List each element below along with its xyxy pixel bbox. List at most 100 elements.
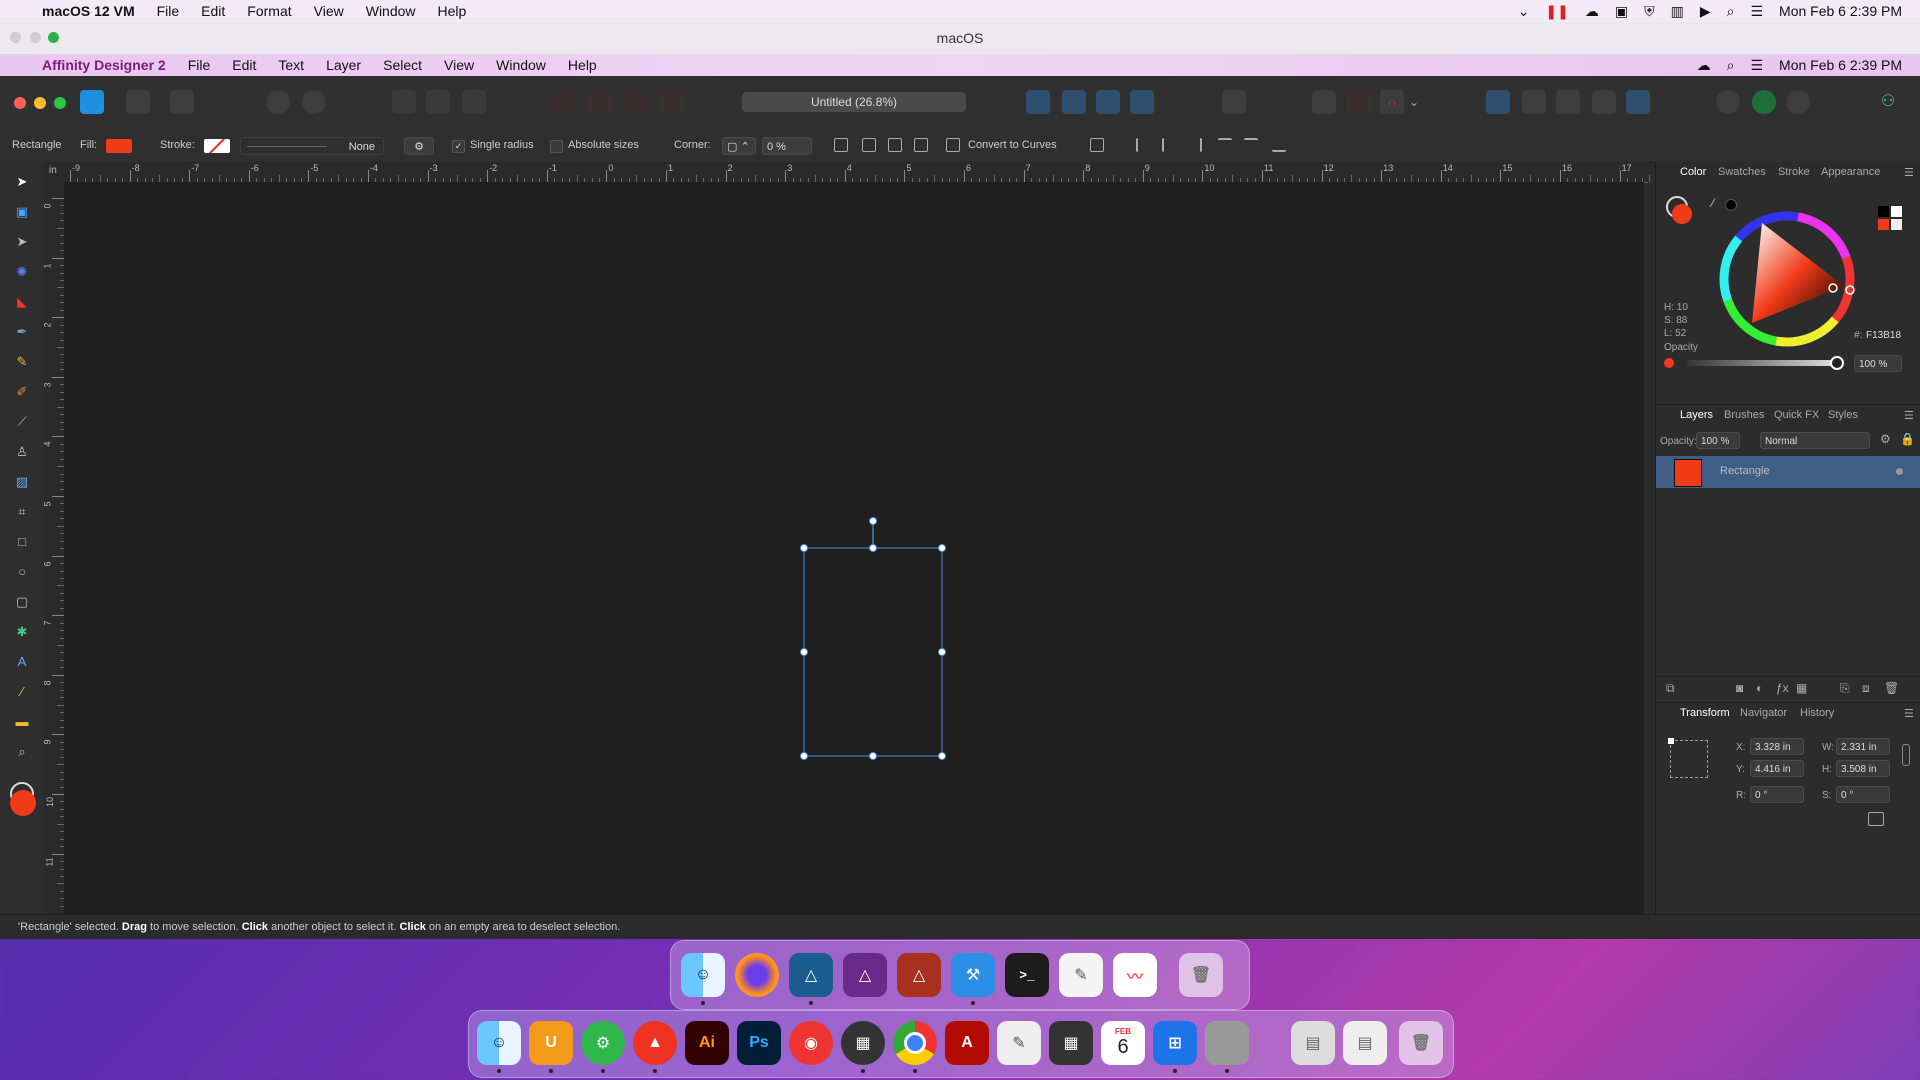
snapping-magnet-icon[interactable]: ∩: [1380, 90, 1404, 114]
insert-above-icon[interactable]: [1626, 90, 1650, 114]
opacity-slider[interactable]: [1686, 360, 1834, 366]
guest-app-menu[interactable]: Affinity Designer 2: [42, 57, 166, 73]
color-wheel[interactable]: [1714, 206, 1860, 352]
adjustment-icon[interactable]: ◐: [1756, 681, 1763, 695]
affinity-designer-icon[interactable]: △: [789, 953, 833, 997]
export-persona-icon[interactable]: [170, 90, 194, 114]
host-app-menu[interactable]: macOS 12 VM: [42, 3, 135, 19]
fill-swatch[interactable]: [106, 139, 132, 153]
move-tool-icon[interactable]: ➤: [12, 172, 32, 192]
pencil-tool-icon[interactable]: ✎: [12, 352, 32, 372]
color-picker-icon[interactable]: [1786, 90, 1810, 114]
guest-menu-text[interactable]: Text: [278, 57, 304, 73]
document-title[interactable]: Untitled (26.8%): [742, 92, 966, 112]
layer-visibility-icon[interactable]: [1896, 468, 1903, 475]
measure-tool-icon[interactable]: ▬: [12, 712, 32, 732]
stroke-settings-button[interactable]: ⚙: [404, 137, 434, 155]
boolean-add-icon[interactable]: [552, 90, 576, 114]
convert-to-curves-button[interactable]: Convert to Curves: [968, 128, 1057, 162]
boolean-intersect-icon[interactable]: [624, 90, 648, 114]
chevron-down-icon[interactable]: ⌄: [1408, 90, 1420, 114]
align-left-icon[interactable]: [1136, 138, 1150, 152]
photoshop-icon[interactable]: Ps: [737, 1021, 781, 1065]
tab-stroke[interactable]: Stroke: [1778, 166, 1810, 178]
anchor-point-selected[interactable]: [1668, 738, 1674, 744]
close-button[interactable]: [14, 97, 26, 109]
parallels-icon[interactable]: ❚❚: [1545, 3, 1568, 20]
y-field[interactable]: 4.416 in: [1750, 760, 1804, 777]
affinity-photo-icon[interactable]: △: [843, 953, 887, 997]
duplicate-layer-icon[interactable]: ⧈: [1862, 681, 1870, 696]
guest-menu-edit[interactable]: Edit: [232, 57, 256, 73]
eyedropper-tool-icon[interactable]: ⁄: [12, 682, 32, 702]
lock-icon[interactable]: 🔒: [1900, 432, 1915, 446]
opacity-field[interactable]: 100 %: [1854, 355, 1902, 372]
select-objects-icon[interactable]: [462, 90, 486, 114]
panel-menu-icon[interactable]: ☰: [1904, 707, 1914, 720]
magnet-icon[interactable]: U: [529, 1021, 573, 1065]
vm-minimize-button[interactable]: [30, 32, 41, 43]
quick-share-icon[interactable]: [1752, 90, 1776, 114]
gear-icon[interactable]: [266, 90, 290, 114]
guest-menu-select[interactable]: Select: [383, 57, 422, 73]
rotation-field[interactable]: 0 °: [1750, 786, 1804, 803]
convert-to-curves-icon[interactable]: [946, 138, 960, 152]
documents-icon[interactable]: ▤: [1291, 1021, 1335, 1065]
textedit-icon[interactable]: ✎: [1059, 953, 1103, 997]
recent-white-swatch[interactable]: [1891, 206, 1902, 217]
tab-layers[interactable]: Layers: [1680, 409, 1713, 421]
rotate-right-icon[interactable]: [1130, 90, 1154, 114]
trash-icon[interactable]: 🗑: [1179, 953, 1223, 997]
rotate-left-icon[interactable]: [1096, 90, 1120, 114]
snapping-gear-icon[interactable]: [302, 90, 326, 114]
affinity-publisher-icon[interactable]: △: [897, 953, 941, 997]
shear-field[interactable]: 0 °: [1836, 786, 1890, 803]
transparency-tool-icon[interactable]: ♙: [12, 442, 32, 462]
align-right-icon[interactable]: [1188, 138, 1202, 152]
guest-menu-file[interactable]: File: [188, 57, 211, 73]
opacity-slider-knob[interactable]: [1830, 356, 1844, 370]
chevron-down-icon[interactable]: ⌄: [1518, 3, 1530, 20]
vm-zoom-button[interactable]: [48, 32, 59, 43]
finder-icon[interactable]: ☺: [477, 1021, 521, 1065]
vertical-ruler[interactable]: 0 1 2 3 4 5 6 7 8 9 10 11: [43, 182, 65, 914]
calculator-icon[interactable]: ▦: [1049, 1021, 1093, 1065]
align-icon[interactable]: [1222, 90, 1246, 114]
artboard-tool-icon[interactable]: ▣: [12, 202, 32, 222]
screen-recorder-icon[interactable]: ◉: [789, 1021, 833, 1065]
chrome-icon[interactable]: [893, 1021, 937, 1065]
zoom-button[interactable]: [54, 97, 66, 109]
guest-menu-help[interactable]: Help: [568, 57, 597, 73]
layer-opacity-field[interactable]: 100 %: [1696, 432, 1740, 449]
cloud-icon[interactable]: ☁: [1697, 57, 1711, 74]
settings-icon[interactable]: ⚙: [581, 1021, 625, 1065]
display-icon[interactable]: ▶: [1700, 3, 1711, 20]
tab-navigator[interactable]: Navigator: [1740, 707, 1787, 719]
host-menu-help[interactable]: Help: [438, 3, 467, 19]
tab-color[interactable]: Color: [1680, 166, 1706, 178]
autocad-icon[interactable]: ▲: [633, 1021, 677, 1065]
tab-brushes[interactable]: Brushes: [1724, 409, 1764, 421]
launchpad-icon[interactable]: ▦: [841, 1021, 885, 1065]
zoom-tool-icon[interactable]: ⌕: [12, 742, 32, 762]
group-icon[interactable]: ▦: [1796, 681, 1807, 695]
guest-menu-layer[interactable]: Layer: [326, 57, 361, 73]
align-bottom-icon[interactable]: [1272, 138, 1286, 152]
layer-name[interactable]: Rectangle: [1720, 465, 1770, 477]
arrange-icon[interactable]: [1312, 90, 1336, 114]
user-icon[interactable]: ⚇: [1876, 90, 1900, 114]
insert-selection-icon[interactable]: [1592, 90, 1616, 114]
geometry-icon[interactable]: [1346, 90, 1370, 114]
pen-tool-icon[interactable]: ✒: [12, 322, 32, 342]
recent-black-swatch[interactable]: [1878, 206, 1889, 217]
transform-origin-icon[interactable]: [834, 138, 848, 152]
control-center-icon[interactable]: ☰: [1750, 3, 1763, 20]
panel-menu-icon[interactable]: ☰: [1904, 166, 1914, 179]
minimize-button[interactable]: [34, 97, 46, 109]
calendar-icon[interactable]: FEB 6: [1101, 1021, 1145, 1065]
trash-icon[interactable]: 🗑: [1399, 1021, 1443, 1065]
hex-field[interactable]: F13B18: [1866, 330, 1901, 341]
h-field[interactable]: 3.508 in: [1836, 760, 1890, 777]
fill-color-well[interactable]: [10, 790, 36, 816]
guest-menu-window[interactable]: Window: [496, 57, 546, 73]
